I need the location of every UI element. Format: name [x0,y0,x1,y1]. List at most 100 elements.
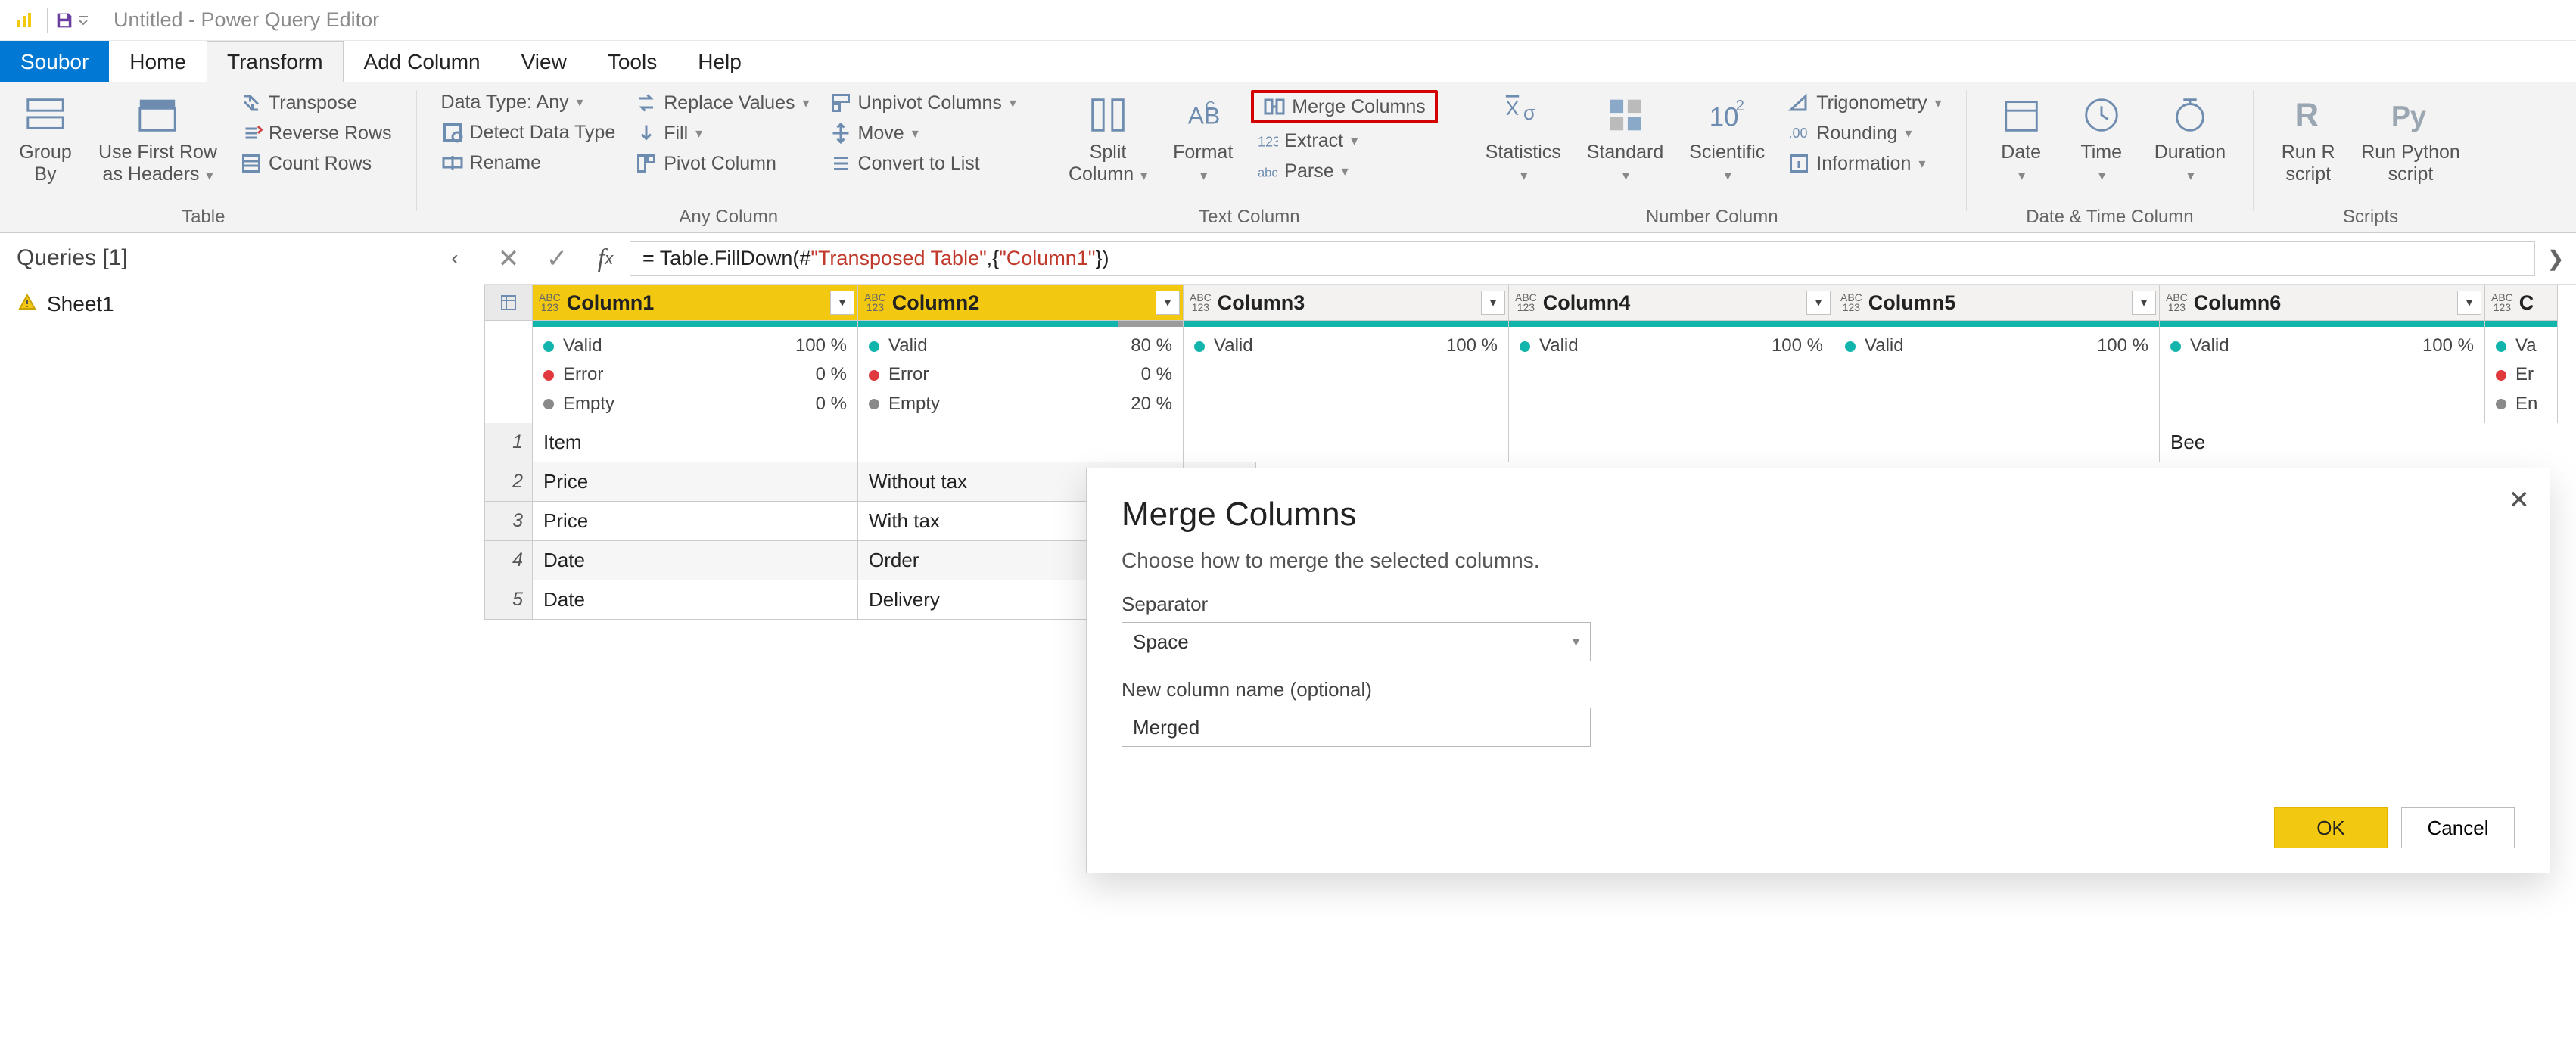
stats-icon: Xσ [1501,93,1545,137]
column-header-7[interactable]: ABC123C [2485,285,2558,321]
cell[interactable]: Bee [2160,423,2232,462]
column-header-1[interactable]: ABC123Column1▾ [533,285,858,321]
cancel-formula-icon[interactable]: ✕ [484,233,533,284]
duration-button[interactable]: Duration▾ [2147,90,2234,188]
fx-icon[interactable]: fx [581,233,630,284]
row-number[interactable]: 3 [484,502,533,541]
column-header-5[interactable]: ABC123Column5▾ [1834,285,2160,321]
formula-input[interactable]: = Table.FillDown(#"Transposed Table",{"C… [630,241,2535,276]
filter-dropdown-icon[interactable]: ▾ [2132,291,2156,315]
cell[interactable]: Price [533,462,858,502]
tab-home[interactable]: Home [109,41,207,82]
collapse-queries-icon[interactable]: ‹ [443,246,467,270]
column-header-6[interactable]: ABC123Column6▾ [2160,285,2485,321]
format-button[interactable]: ABC Format▾ [1165,90,1240,188]
filter-dropdown-icon[interactable]: ▾ [2457,291,2481,315]
move-button[interactable]: Move ▾ [825,120,1021,146]
format-icon: ABC [1181,93,1225,137]
time-button[interactable]: Time▾ [2067,90,2136,188]
save-icon[interactable] [54,10,75,31]
row-number[interactable]: 5 [484,580,533,620]
window-title: Untitled - Power Query Editor [114,8,379,32]
tab-add-column[interactable]: Add Column [344,41,501,82]
merge-columns-button[interactable]: Merge Columns [1258,94,1430,120]
trigonometry-button[interactable]: Trigonometry ▾ [1783,90,1946,116]
cell[interactable]: Item [533,423,858,462]
replace-values-button[interactable]: Replace Values ▾ [630,90,814,116]
column-header-3[interactable]: ABC123Column3▾ [1184,285,1509,321]
reverse-rows-button[interactable]: Reverse Rows [235,120,397,146]
cell[interactable] [1834,423,2160,462]
tab-file[interactable]: Soubor [0,41,109,82]
rename-button[interactable]: Rename [437,150,621,176]
table-row[interactable]: 1 Item Bee [484,423,2576,462]
cell[interactable] [858,423,1184,462]
new-column-name-input[interactable] [1122,708,1591,747]
scientific-button[interactable]: 102Scientific▾ [1682,90,1772,188]
column-header-4[interactable]: ABC123Column4▾ [1509,285,1834,321]
run-python-script-button[interactable]: PyRun Python script [2354,90,2468,188]
table-corner-button[interactable] [484,285,533,321]
use-first-row-headers-button[interactable]: Use First Row as Headers ▾ [91,90,225,188]
cell[interactable] [1184,423,1509,462]
tab-help[interactable]: Help [677,41,762,82]
quality-col6: Valid100 % [2160,321,2485,423]
statistics-button[interactable]: XσStatistics▾ [1478,90,1569,188]
standard-button[interactable]: Standard▾ [1579,90,1671,188]
parse-button[interactable]: abcParse ▾ [1251,158,1437,184]
headers-icon [135,93,179,137]
date-button[interactable]: Date▾ [1986,90,2056,188]
cancel-button[interactable]: Cancel [2401,807,2515,848]
group-scripts: RRun R script PyRun Python script Script… [2273,90,2468,232]
transpose-icon [240,92,263,114]
svg-text:.00: .00 [1789,126,1808,141]
split-label: Split Column ▾ [1069,142,1147,185]
ok-button[interactable]: OK [2274,807,2388,848]
quality-col4: Valid100 % [1509,321,1834,423]
information-button[interactable]: Information ▾ [1783,151,1946,176]
group-by-button[interactable]: Group By [11,90,80,188]
extract-button[interactable]: 123Extract ▾ [1251,128,1437,154]
convert-to-list-button[interactable]: Convert to List [825,151,1021,176]
row-number[interactable]: 1 [484,423,533,462]
fill-button[interactable]: Fill ▾ [630,120,814,146]
tab-view[interactable]: View [501,41,587,82]
filter-dropdown-icon[interactable]: ▾ [1481,291,1505,315]
group-scripts-label: Scripts [2273,204,2468,232]
separator-select[interactable]: Space▾ [1122,622,1591,661]
filter-dropdown-icon[interactable]: ▾ [1156,291,1180,315]
headers-label: Use First Row as Headers ▾ [98,142,217,185]
split-column-button[interactable]: Split Column ▾ [1061,90,1155,188]
row-number[interactable]: 4 [484,541,533,580]
quality-col7: Va Er En [2485,321,2558,423]
column-header-2[interactable]: ABC123Column2▾ [858,285,1184,321]
filter-dropdown-icon[interactable]: ▾ [1806,291,1831,315]
cell[interactable]: Date [533,541,858,580]
commit-formula-icon[interactable]: ✓ [533,233,581,284]
rounding-button[interactable]: .00Rounding ▾ [1783,120,1946,146]
data-type-button[interactable]: Data Type: Any ▾ [437,90,621,115]
r-icon: R [2286,93,2330,137]
move-icon [829,122,852,145]
unpivot-columns-button[interactable]: Unpivot Columns ▾ [825,90,1021,116]
quality-col5: Valid100 % [1834,321,2160,423]
close-dialog-icon[interactable]: ✕ [2509,485,2531,515]
cell[interactable]: Price [533,502,858,541]
cell[interactable] [1509,423,1834,462]
row-number[interactable]: 2 [484,462,533,502]
pivot-column-button[interactable]: Pivot Column [630,151,814,176]
tab-transform[interactable]: Transform [207,41,344,82]
detect-data-type-button[interactable]: Detect Data Type [437,120,621,145]
replace-icon [635,92,658,114]
qat-customize-dropdown[interactable] [75,14,92,26]
svg-text:123: 123 [1258,135,1278,150]
query-item-sheet1[interactable]: Sheet1 [0,283,484,325]
count-rows-button[interactable]: Count Rows [235,151,397,176]
run-r-script-button[interactable]: RRun R script [2273,90,2343,188]
expand-formula-icon[interactable]: ❯ [2535,246,2576,271]
filter-dropdown-icon[interactable]: ▾ [830,291,854,315]
group-any-column: Data Type: Any ▾ Detect Data Type Rename… [437,90,1021,232]
cell[interactable]: Date [533,580,858,620]
tab-tools[interactable]: Tools [587,41,677,82]
transpose-button[interactable]: Transpose [235,90,397,116]
